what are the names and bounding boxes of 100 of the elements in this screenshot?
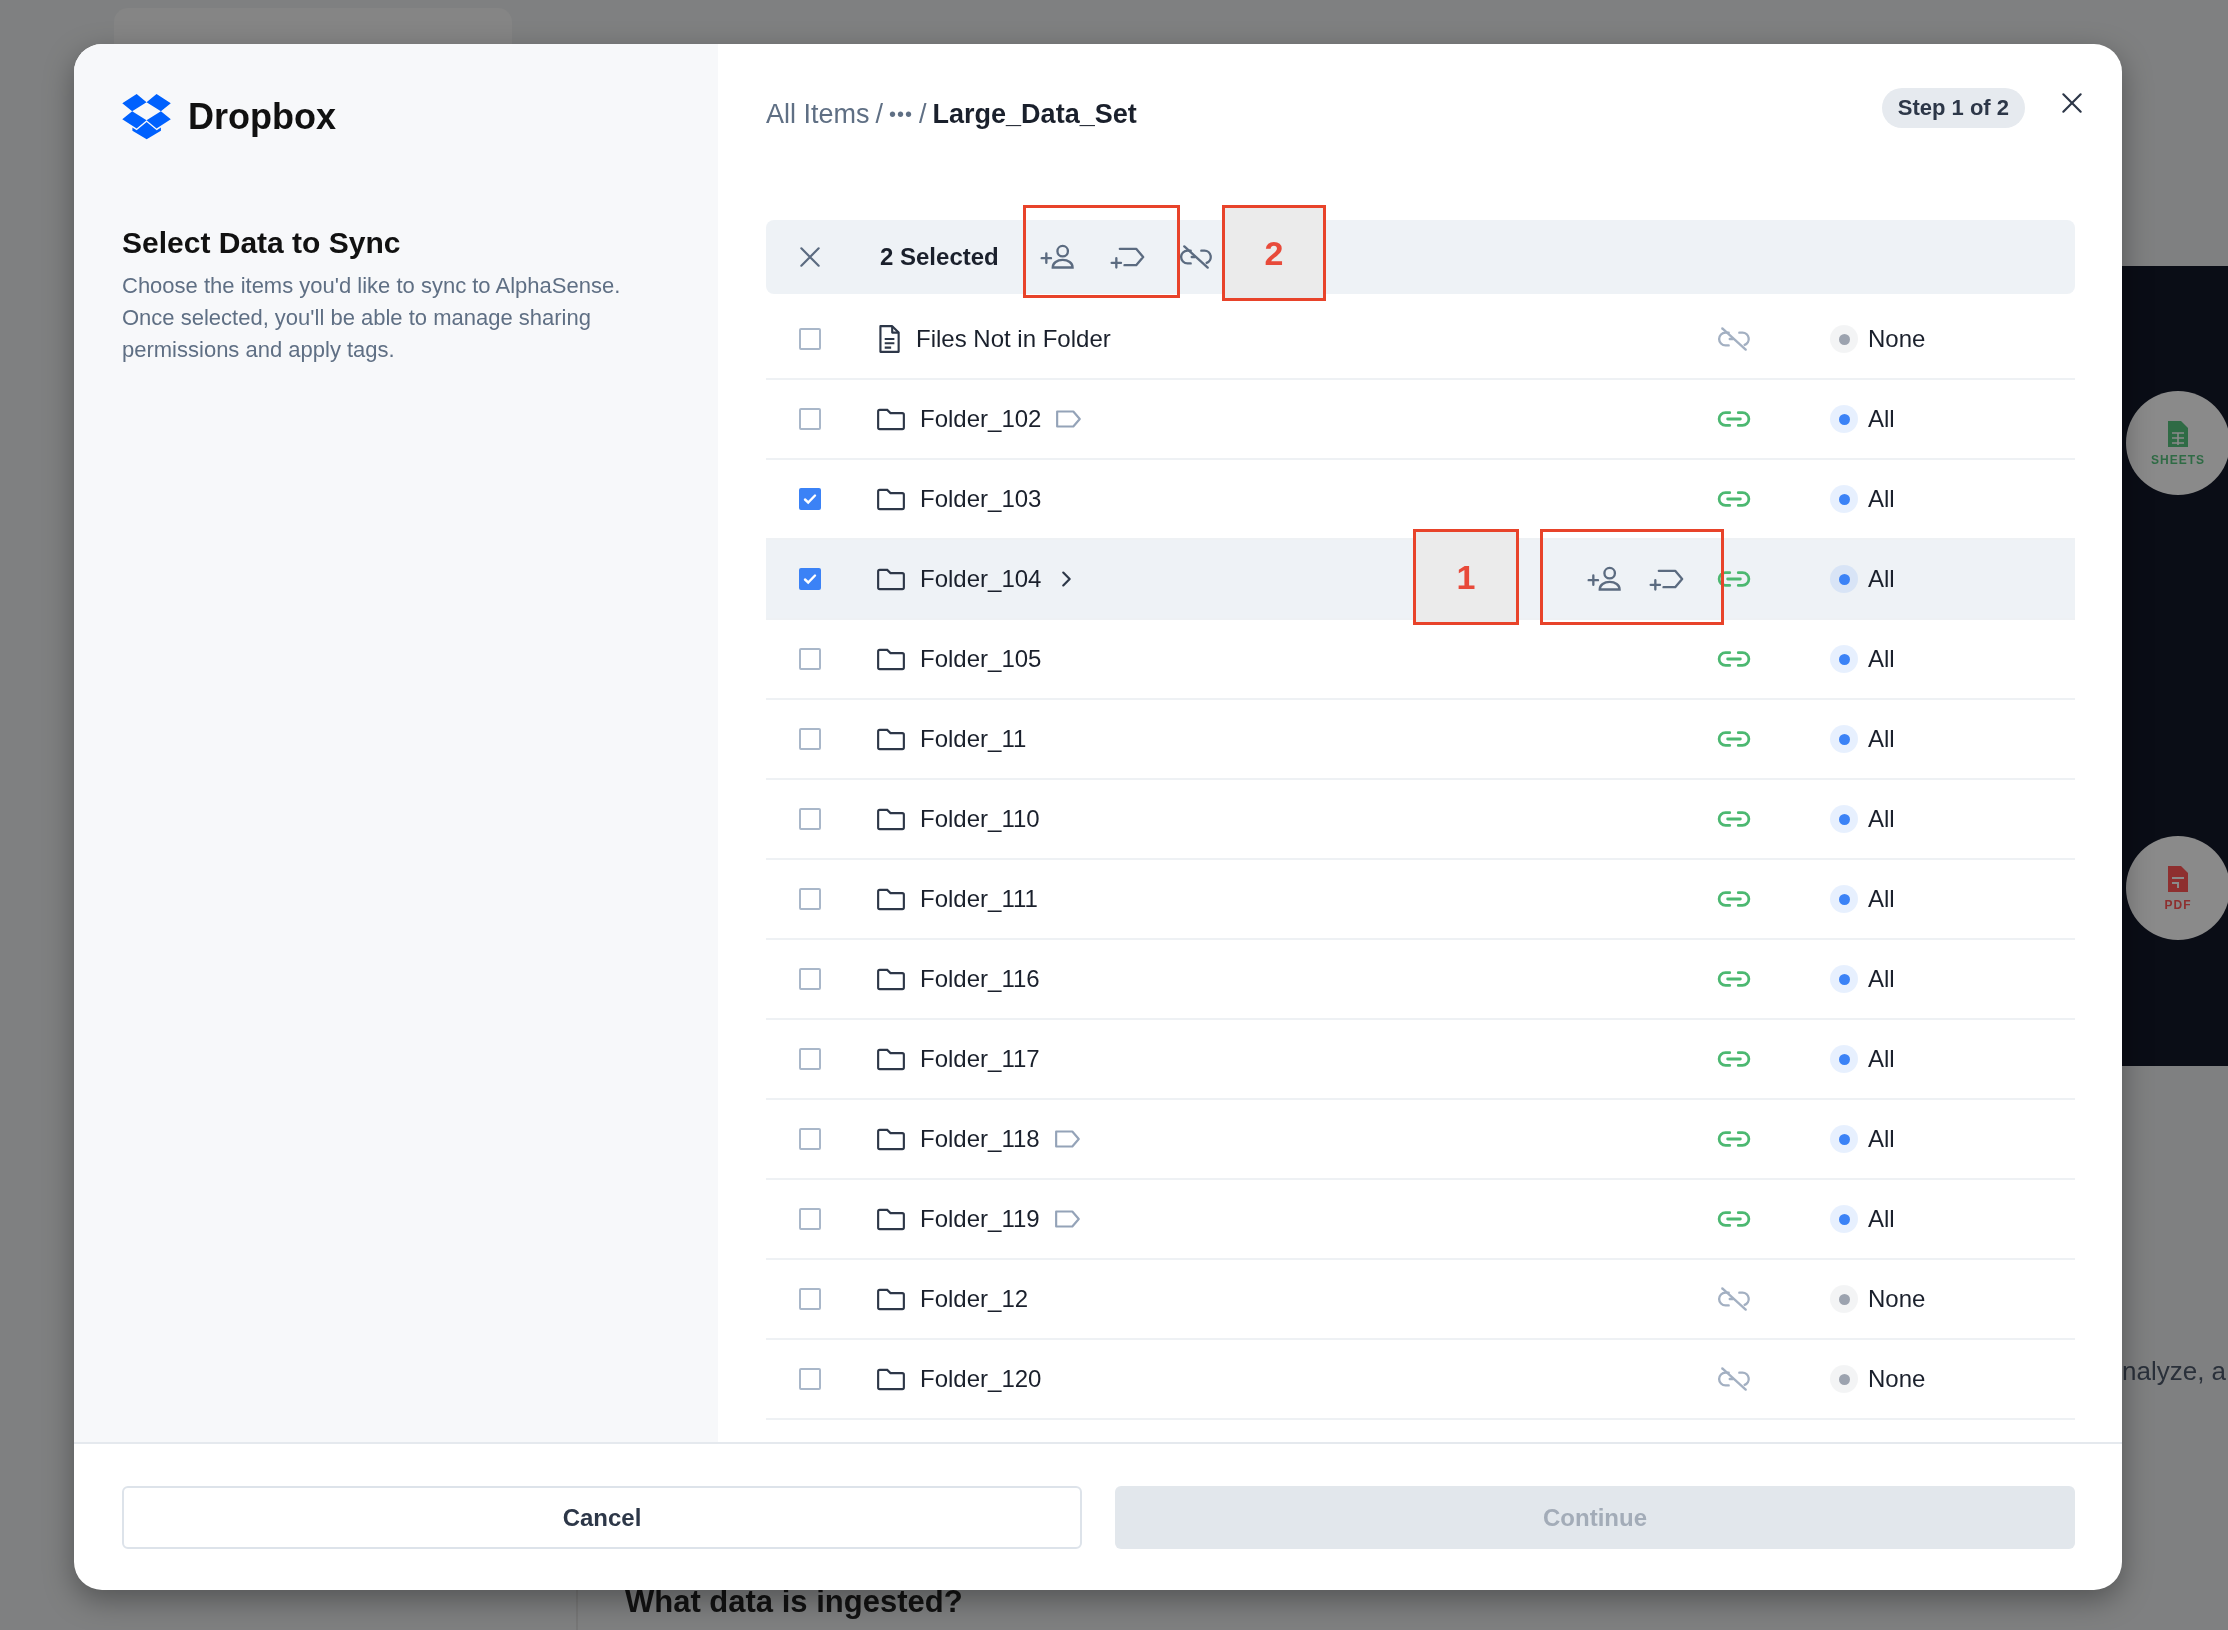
- list-row[interactable]: Folder_120 None: [766, 1340, 2075, 1420]
- item-name[interactable]: Folder_102: [920, 405, 1042, 433]
- folder-icon: [876, 1286, 906, 1312]
- add-person-icon[interactable]: [1586, 565, 1624, 593]
- checkbox[interactable]: [799, 488, 821, 510]
- breadcrumb-ellipsis[interactable]: •••: [889, 94, 914, 134]
- link-icon: [1717, 568, 1751, 590]
- tag-icon: [1055, 408, 1084, 430]
- list-row[interactable]: Folder_102 All: [766, 380, 2075, 460]
- access-label: None: [1868, 1285, 1926, 1313]
- item-name[interactable]: Files Not in Folder: [916, 325, 1111, 353]
- list-row[interactable]: Folder_118 All: [766, 1100, 2075, 1180]
- checkbox[interactable]: [799, 888, 821, 910]
- checkbox[interactable]: [799, 568, 821, 590]
- checkmark-icon: [802, 491, 818, 507]
- breadcrumb-link[interactable]: All Items: [766, 94, 870, 134]
- tag-icon: [1053, 1128, 1082, 1150]
- checkbox[interactable]: [799, 808, 821, 830]
- cancel-button[interactable]: Cancel: [122, 1486, 1082, 1549]
- folder-icon: [876, 406, 906, 432]
- document-icon: [876, 324, 902, 354]
- section-heading: What data is ingested?: [625, 1584, 963, 1620]
- item-name[interactable]: Folder_117: [920, 1045, 1040, 1073]
- checkbox[interactable]: [799, 328, 821, 350]
- link-icon: [1717, 808, 1751, 830]
- access-label: All: [1868, 405, 1895, 433]
- item-name[interactable]: Folder_110: [920, 805, 1040, 833]
- access-label: All: [1868, 885, 1895, 913]
- access-label: All: [1868, 485, 1895, 513]
- folder-icon: [876, 886, 906, 912]
- access-label: All: [1868, 1125, 1895, 1153]
- item-name[interactable]: Folder_118: [920, 1125, 1040, 1153]
- checkbox[interactable]: [799, 1208, 821, 1230]
- folder-icon: [876, 1206, 906, 1232]
- item-name[interactable]: Folder_111: [920, 885, 1038, 913]
- access-label: All: [1868, 1205, 1895, 1233]
- list-row[interactable]: Folder_110 All: [766, 780, 2075, 860]
- breadcrumb-separator: /: [875, 98, 884, 131]
- access-label: All: [1868, 965, 1895, 993]
- badge-label: PDF: [2164, 898, 2192, 912]
- close-icon[interactable]: [797, 244, 823, 270]
- item-name[interactable]: Folder_119: [920, 1205, 1040, 1233]
- item-name[interactable]: Folder_103: [920, 485, 1042, 513]
- step-badge: Step 1 of 2: [1881, 88, 2025, 128]
- folder-icon: [876, 1046, 906, 1072]
- item-name[interactable]: Folder_105: [920, 645, 1042, 673]
- list-row[interactable]: Folder_117 All: [766, 1020, 2075, 1100]
- checkbox[interactable]: [799, 1368, 821, 1390]
- link-icon: [1717, 648, 1751, 670]
- item-name[interactable]: Folder_120: [920, 1365, 1042, 1393]
- access-label: All: [1868, 645, 1895, 673]
- selection-count: 2 Selected: [880, 243, 999, 271]
- checkbox[interactable]: [799, 1048, 821, 1070]
- list-row[interactable]: Folder_116 All: [766, 940, 2075, 1020]
- link-icon: [1717, 728, 1751, 750]
- unlink-icon[interactable]: [1178, 243, 1213, 271]
- list-row[interactable]: Folder_111 All: [766, 860, 2075, 940]
- list-row[interactable]: Files Not in Folder None: [766, 300, 2075, 380]
- list-row[interactable]: Folder_119 All: [766, 1180, 2075, 1260]
- access-label: All: [1868, 725, 1895, 753]
- item-name[interactable]: Folder_116: [920, 965, 1040, 993]
- panel-description: Choose the items you'd like to sync to AlphaSense. Once selected, you'll be able to manage sharing permissions and apply tags.: [122, 272, 622, 364]
- checkbox[interactable]: [799, 1128, 821, 1150]
- annotation-number: 1: [1413, 529, 1519, 625]
- item-name[interactable]: Folder_104: [920, 565, 1042, 593]
- checkbox[interactable]: [799, 968, 821, 990]
- folder-icon: [876, 1366, 906, 1392]
- folder-icon: [876, 966, 906, 992]
- checkmark-icon: [802, 571, 818, 587]
- list-row[interactable]: Folder_11 All: [766, 700, 2075, 780]
- breadcrumb-separator: /: [919, 98, 927, 131]
- link-icon: [1717, 1048, 1751, 1070]
- unlink-icon: [1717, 326, 1751, 352]
- access-label: All: [1868, 565, 1895, 593]
- checkbox[interactable]: [799, 648, 821, 670]
- link-icon: [1717, 1128, 1751, 1150]
- tag-icon: [1053, 1208, 1082, 1230]
- folder-icon: [876, 726, 906, 752]
- add-person-icon[interactable]: [1038, 243, 1077, 271]
- link-icon: [1717, 1208, 1751, 1230]
- checkbox[interactable]: [799, 408, 821, 430]
- item-name[interactable]: Folder_12: [920, 1285, 1029, 1313]
- checkbox[interactable]: [799, 1288, 821, 1310]
- checkbox[interactable]: [799, 728, 821, 750]
- dropbox-logo-icon: [122, 94, 172, 140]
- access-label: All: [1868, 1045, 1895, 1073]
- list-row[interactable]: Folder_12 None: [766, 1260, 2075, 1340]
- link-icon: [1717, 968, 1751, 990]
- access-label: None: [1868, 325, 1926, 353]
- unlink-icon: [1717, 1286, 1751, 1312]
- close-button[interactable]: [2059, 90, 2085, 116]
- link-icon: [1717, 888, 1751, 910]
- access-label: None: [1868, 1365, 1926, 1393]
- badge-label: SHEETS: [2151, 453, 2205, 467]
- folder-icon: [876, 486, 906, 512]
- folder-icon: [876, 1126, 906, 1152]
- item-name[interactable]: Folder_11: [920, 725, 1027, 753]
- spreadsheet-icon: [2166, 419, 2190, 449]
- breadcrumb-current: Large_Data_Set: [932, 98, 1137, 131]
- page-text: nalyze, a: [2122, 1356, 2227, 1387]
